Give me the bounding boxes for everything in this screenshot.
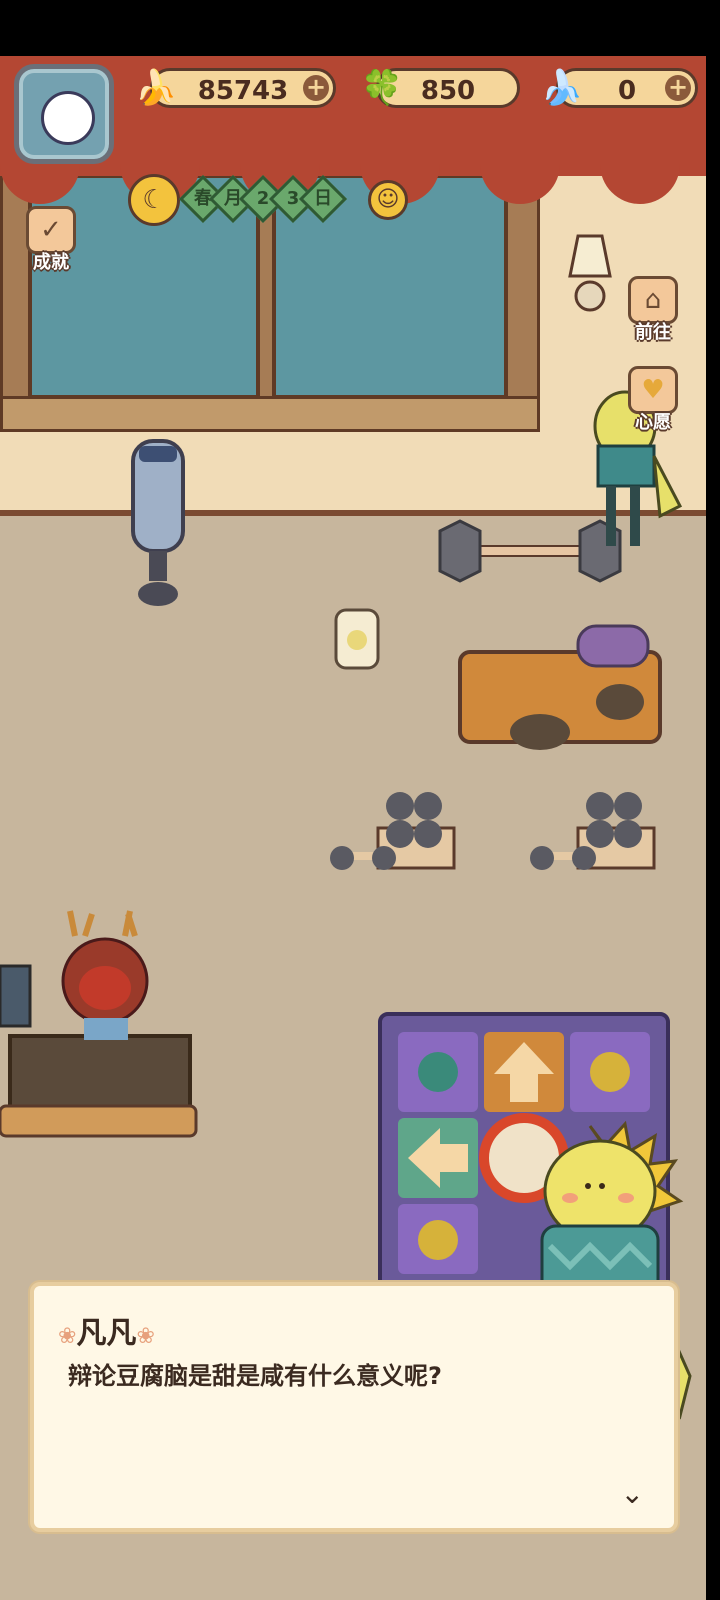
wish-label: 心愿 [635,412,671,433]
add-blue-banana-button[interactable]: + [665,75,691,101]
go-label: 前往 [635,322,671,343]
wish-button[interactable]: ♥ 心愿 [618,366,688,436]
achievements-label: 成就 [33,252,69,273]
curtain-scallop [480,156,560,204]
dialog-text: 辩论豆腐脑是甜是咸有什么意义呢? [68,1362,442,1390]
curtain-scallop [600,156,680,204]
clover-currency[interactable]: 🍀 850 [361,68,520,108]
yoga-mat[interactable] [450,622,670,752]
window-sill [0,396,540,432]
dumbbell-rack-left[interactable] [328,778,458,888]
paw-icon: ❀ [58,1324,77,1349]
blue-banana-currency[interactable]: 🍌 0 + [541,68,698,108]
clipboard-icon: ✓ [26,206,76,254]
add-banana-button[interactable]: + [303,75,329,101]
clover-count: 850 [420,76,476,106]
wall-lamp[interactable] [560,226,620,326]
game-screen: 🍌 85743 + 🍀 850 🍌 0 + ☾ 春 月 2 3 日 ☺ ✓ 成就… [0,0,720,1600]
paw-icon: ❀ [136,1324,155,1349]
go-button[interactable]: ⌂ 前往 [618,276,688,346]
cat-avatar-icon [41,91,95,145]
weather-sun-icon[interactable]: ☺ [368,180,408,220]
dumbbell-rack-right[interactable] [528,778,658,888]
map-board-icon: ⌂ [628,276,678,324]
treadmill-with-deer[interactable] [0,906,200,1146]
player-avatar-button[interactable] [14,64,114,164]
heart-book-icon: ♥ [628,366,678,414]
top-hud: 🍌 85743 + 🍀 850 🍌 0 + ☾ 春 月 2 3 日 ☺ [0,56,706,226]
speaker-name-text: 凡凡 [76,1316,137,1351]
speaker-name: ❀凡凡❀ [58,1308,155,1352]
banana-currency[interactable]: 🍌 85743 + [135,68,336,108]
chevron-down-icon[interactable]: ⌄ [621,1477,644,1510]
date-day-label-text: 日 [314,188,332,209]
dialog-box[interactable]: ❀凡凡❀ 辩论豆腐脑是甜是咸有什么意义呢? ⌄ [30,1282,678,1532]
achievements-button[interactable]: ✓ 成就 [16,206,86,276]
water-cup[interactable] [330,604,384,676]
punching-bag[interactable] [125,436,195,616]
moon-icon: ☾ [128,174,180,226]
